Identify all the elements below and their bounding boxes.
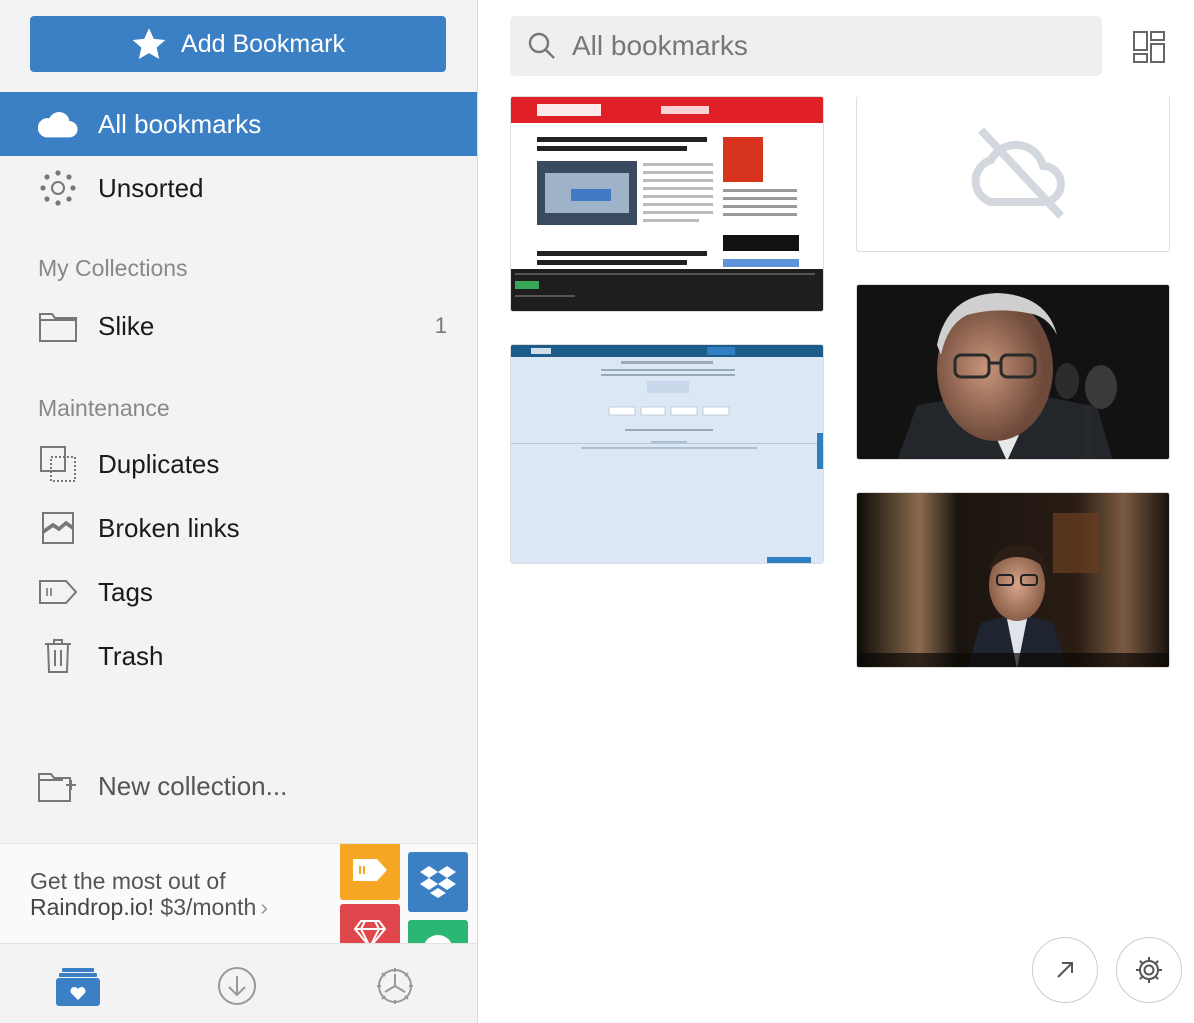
settings-button[interactable]	[1116, 937, 1182, 1003]
promo-price: $3/month	[160, 894, 257, 920]
star-icon	[132, 28, 166, 59]
sidebar-item-label: Slike	[98, 310, 155, 341]
add-bookmark-button[interactable]: Add Bookmark	[30, 16, 446, 72]
sidebar-item-broken-links[interactable]: Broken links	[0, 496, 477, 560]
settings-dial-icon[interactable]	[373, 964, 417, 1008]
promo-line-2: Raindrop.io!	[30, 894, 155, 920]
sidebar-item-trash[interactable]: Trash	[0, 624, 477, 688]
bookmark-card-no-preview[interactable]	[856, 96, 1170, 252]
sidebar-item-label: Tags	[98, 576, 153, 607]
search-icon	[528, 32, 555, 59]
arrow-up-right-icon	[1057, 962, 1073, 978]
add-bookmark-label: Add Bookmark	[181, 29, 345, 58]
collection-count: 1	[434, 313, 447, 338]
cobiss-thumbnail	[511, 345, 823, 563]
bookmarks-heart-icon[interactable]	[56, 964, 100, 1008]
grid-layout-icon[interactable]	[1132, 30, 1166, 64]
mladina-thumbnail	[511, 97, 823, 311]
trash-icon	[38, 636, 78, 676]
download-circle-icon[interactable]	[215, 964, 259, 1008]
bookmark-card-photo-2[interactable]	[856, 492, 1170, 668]
my-collections-heading: My Collections	[38, 255, 188, 281]
upgrade-promo[interactable]: Get the most out of Raindrop.io! $3/mont…	[0, 843, 477, 943]
tag-tile-icon	[340, 844, 400, 900]
sidebar-item-label: Broken links	[98, 512, 240, 543]
chevron-right-icon: ›	[260, 894, 268, 920]
sparkle-icon	[38, 168, 78, 208]
new-collection-label: New collection...	[98, 770, 288, 801]
sidebar-item-label: Duplicates	[98, 448, 220, 479]
photo-thumbnail-2	[857, 493, 1169, 667]
broken-image-icon	[38, 508, 78, 548]
promo-line-1: Get the most out of	[30, 868, 226, 894]
bookmark-card-cobiss[interactable]	[510, 344, 824, 564]
tag-icon	[38, 572, 78, 612]
gem-icon	[340, 904, 400, 943]
open-external-button[interactable]	[1032, 937, 1098, 1003]
search-input[interactable]	[572, 30, 1052, 62]
cloud-off-icon	[971, 127, 1065, 219]
maintenance-heading: Maintenance	[38, 395, 170, 421]
sidebar-item-duplicates[interactable]: Duplicates	[0, 432, 477, 496]
bookmark-card-photo-1[interactable]	[856, 284, 1170, 460]
sidebar-item-label: All bookmarks	[98, 108, 262, 139]
sidebar-item-tags[interactable]: Tags	[0, 560, 477, 624]
dropbox-icon	[408, 852, 468, 912]
sidebar-item-slike[interactable]: Slike 1	[0, 294, 477, 358]
folder-icon	[38, 306, 78, 346]
bookmark-card-mladina[interactable]	[510, 96, 824, 312]
sidebar-item-all-bookmarks[interactable]: All bookmarks	[0, 92, 477, 156]
gear-icon	[1136, 957, 1162, 983]
bottom-toolbar	[0, 943, 477, 1023]
sidebar-item-label: Unsorted	[98, 172, 204, 203]
app-window: Add Bookmark All bookmarks Unsorted My C…	[0, 0, 1194, 1023]
upload-icon	[408, 920, 468, 943]
duplicates-icon	[38, 444, 78, 484]
sidebar-item-label: Trash	[98, 640, 164, 671]
sidebar-item-unsorted[interactable]: Unsorted	[0, 156, 477, 220]
photo-thumbnail-1	[857, 285, 1169, 459]
promo-text: Get the most out of Raindrop.io! $3/mont…	[30, 868, 268, 920]
sidebar: Add Bookmark All bookmarks Unsorted My C…	[0, 0, 478, 1023]
new-collection-button[interactable]: New collection...	[0, 754, 477, 818]
cloud-icon	[38, 104, 78, 144]
folder-plus-icon	[38, 766, 78, 806]
search-bar[interactable]	[510, 16, 1102, 76]
